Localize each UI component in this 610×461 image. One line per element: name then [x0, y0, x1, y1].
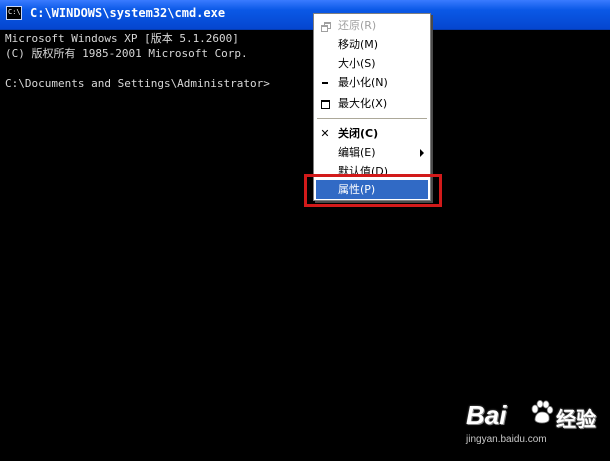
console-line: Microsoft Windows XP [版本 5.1.2600]	[5, 32, 239, 45]
console-line: (C) 版权所有 1985-2001 Microsoft Corp.	[5, 47, 248, 60]
watermark-url: jingyan.baidu.com	[466, 434, 547, 445]
watermark-product: 经验	[556, 407, 596, 431]
paw-logo-icon	[531, 400, 554, 424]
menu-item-label: 大小(S)	[338, 57, 376, 70]
menu-separator	[317, 118, 427, 119]
system-menu: 还原(R) 移动(M) 大小(S) 最小化(N) 最大化(X) ✕ 关闭(C) …	[313, 13, 431, 201]
console-prompt: C:\Documents and Settings\Administrator>	[5, 77, 270, 90]
menu-item-label: 移动(M)	[338, 38, 379, 51]
restore-icon	[318, 16, 332, 35]
close-icon: ✕	[320, 127, 330, 140]
cmd-window-icon[interactable]: C:\	[6, 6, 22, 20]
maximize-icon	[318, 94, 332, 113]
submenu-arrow-icon	[420, 149, 424, 157]
cmd-screen: C:\ C:\WINDOWS\system32\cmd.exe Microsof…	[0, 0, 610, 461]
menu-item-close[interactable]: ✕ 关闭(C)	[316, 124, 428, 143]
menu-item-restore[interactable]: 还原(R)	[316, 16, 428, 35]
menu-item-size[interactable]: 大小(S)	[316, 54, 428, 73]
menu-item-label: 最大化(X)	[338, 97, 388, 110]
menu-item-move[interactable]: 移动(M)	[316, 35, 428, 54]
menu-item-maximize[interactable]: 最大化(X)	[316, 94, 428, 113]
watermark-brand: Bai	[466, 400, 507, 430]
menu-item-label: 还原(R)	[338, 19, 377, 32]
window-title: C:\WINDOWS\system32\cmd.exe	[30, 6, 226, 20]
baidu-jingyan-watermark: Bai 经验 jingyan.baidu.com	[462, 392, 602, 452]
minimize-icon	[318, 73, 332, 92]
menu-item-label: 关闭(C)	[338, 127, 379, 140]
title-bar[interactable]: C:\ C:\WINDOWS\system32\cmd.exe	[0, 0, 610, 30]
annotation-highlight-box	[304, 174, 442, 207]
menu-item-minimize[interactable]: 最小化(N)	[316, 73, 428, 92]
menu-item-label: 编辑(E)	[338, 146, 376, 159]
menu-item-edit[interactable]: 编辑(E)	[316, 143, 428, 162]
menu-item-label: 最小化(N)	[338, 76, 388, 89]
